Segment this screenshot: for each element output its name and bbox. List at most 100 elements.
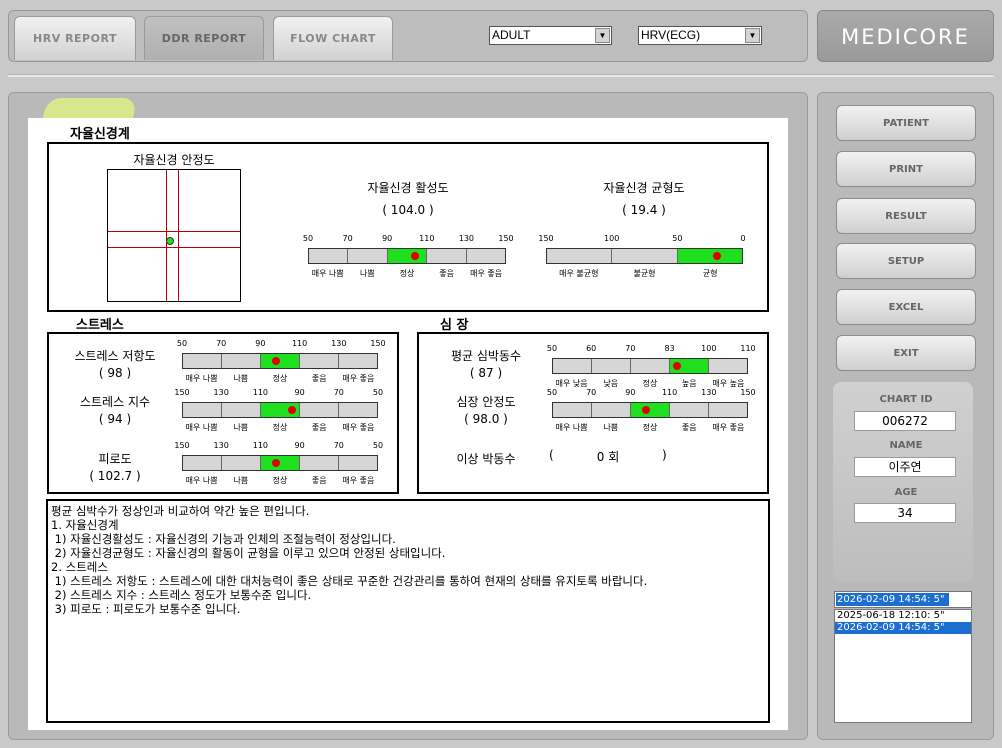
- gauge-segment: [612, 249, 678, 263]
- gauge-tick-label: 90: [625, 388, 636, 397]
- stability-point: [166, 237, 174, 245]
- gauge-categories: 매우 나쁨 나쁨 정상 좋음 매우 좋음: [552, 422, 748, 434]
- comment-line: 2) 스트레스 지수 : 스트레스 정도가 보통수준 입니다.: [51, 588, 312, 602]
- excel-button[interactable]: EXCEL: [836, 289, 976, 325]
- gauge-tick-label: 70: [625, 344, 636, 353]
- tab-hrv-report[interactable]: HRV REPORT: [14, 16, 136, 60]
- ans-section-title: 자율신경계: [70, 127, 130, 142]
- mode-select[interactable]: HRV(ECG) ▼: [638, 26, 762, 45]
- gauge-segment: [467, 249, 505, 263]
- gauge-tick-label: 90: [294, 441, 305, 450]
- exit-button[interactable]: EXIT: [836, 335, 976, 371]
- chevron-down-icon[interactable]: ▼: [595, 28, 610, 43]
- gauge-segment: [183, 403, 222, 417]
- gauge-tick-label: 130: [213, 388, 229, 397]
- arrhythmia-label: 이상 박동수: [456, 452, 516, 466]
- gauge-category-label: 좋음: [439, 269, 454, 278]
- chevron-down-icon[interactable]: ▼: [745, 28, 760, 43]
- gauge-category-label: 나쁨: [603, 423, 619, 432]
- gauge-tick-label: 50: [672, 234, 683, 243]
- gauge-category-label: 매우 나쁨: [185, 423, 218, 432]
- gauge-tick-label: 150: [538, 234, 554, 243]
- tab-ddr-report[interactable]: DDR REPORT: [144, 16, 264, 60]
- exam-date-selected: 2026-02-09 14:54: 5": [836, 593, 949, 606]
- ans-balance-label: 자율신경 균형도: [603, 181, 685, 195]
- gauge-tick-label: 90: [294, 388, 305, 397]
- gauge-segment: [222, 354, 261, 368]
- gauge-segment: [592, 403, 631, 417]
- gauge-category-label: 나쁨: [360, 269, 375, 278]
- gauge-segment: [339, 354, 377, 368]
- gauge-tick-label: 130: [458, 234, 475, 243]
- gauge-segment: [709, 359, 747, 373]
- gauge-category-label: 좋음: [311, 476, 327, 485]
- gauge-category-label: 불균형: [633, 269, 656, 278]
- plot-gridline: [166, 170, 167, 301]
- patient-button[interactable]: PATIENT: [836, 105, 976, 141]
- gauge-bar: [182, 402, 378, 418]
- heart-section-title: 심 장: [440, 318, 469, 333]
- gauge-tick-label: 70: [333, 441, 344, 450]
- gauge-segment: [300, 354, 339, 368]
- gauge-tick-label: 150: [174, 441, 190, 450]
- mode-select-value: HRV(ECG): [641, 28, 701, 42]
- gauge-tick-label: 100: [701, 344, 717, 353]
- arrhythmia-value: 0 회: [596, 450, 620, 464]
- gauge-tick-label: 0: [740, 234, 746, 243]
- gauge-segment: [183, 456, 222, 470]
- gauge-tick-label: 150: [174, 388, 190, 397]
- chart-id-field[interactable]: 006272: [854, 411, 956, 431]
- age-label: AGE: [894, 487, 918, 498]
- gauge-categories: 매우 나쁨 나쁨 정상 좋음 매우 좋음: [182, 422, 378, 434]
- list-item[interactable]: 2025-06-18 12:10: 5": [835, 610, 971, 622]
- gauge-segment: [348, 249, 388, 263]
- gauge-tick-label: 130: [701, 388, 717, 397]
- gauge-bar: [552, 358, 748, 374]
- gauge-segment: [300, 456, 339, 470]
- fatigue-value: ( 102.7 ): [89, 469, 141, 483]
- stress-index-value: ( 94 ): [98, 412, 132, 426]
- gauge-category-label: 매우 나쁨: [555, 423, 588, 432]
- gauge-tick-label: 150: [740, 388, 756, 397]
- comment-line: 1) 스트레스 저항도 : 스트레스에 대한 대처능력이 좋은 상태로 꾸준한 …: [51, 574, 648, 588]
- gauge-tick-label: 90: [255, 339, 266, 348]
- heart-stability-label: 심장 안정도: [456, 395, 516, 409]
- gauge-category-label: 균형: [702, 269, 718, 278]
- gauge-category-label: 나쁨: [233, 476, 249, 485]
- print-button[interactable]: PRINT: [836, 151, 976, 187]
- gauge-tick-label: 50: [546, 344, 558, 353]
- name-field[interactable]: 이주연: [854, 457, 956, 477]
- exam-date-list[interactable]: 2025-06-18 12:10: 5" 2026-02-09 14:54: 5…: [834, 609, 972, 723]
- gauge-segment: [222, 403, 261, 417]
- gauge-tick-label: 130: [213, 441, 229, 450]
- gauge-segment: [427, 249, 467, 263]
- gauge-tick-label: 50: [302, 234, 314, 243]
- gauge-tick-label: 90: [382, 234, 393, 243]
- age-field[interactable]: 34: [854, 503, 956, 523]
- gauge-category-label: 정상: [272, 374, 288, 383]
- gauge-category-label: 매우 나쁨: [311, 269, 344, 278]
- exam-date-combo[interactable]: 2026-02-09 14:54: 5": [834, 591, 972, 608]
- comment-line: 평균 심박수가 정상인과 비교하여 약간 높은 편입니다.: [51, 504, 310, 518]
- report-comments: 평균 심박수가 정상인과 비교하여 약간 높은 편입니다. 1. 자율신경계 1)…: [46, 499, 770, 723]
- plot-gridline: [108, 247, 240, 248]
- tab-flow-chart[interactable]: FLOW CHART: [273, 16, 393, 60]
- stress-resistance-value: ( 98 ): [98, 366, 132, 380]
- group-select[interactable]: ADULT ▼: [489, 26, 612, 45]
- ans-activity-label: 자율신경 활성도: [367, 181, 449, 195]
- ans-stability-label: 자율신경 안정도: [133, 153, 215, 167]
- gauge-category-label: 좋음: [681, 423, 697, 432]
- gauge-tick-label: 50: [372, 388, 384, 397]
- fatigue-label: 피로도: [98, 452, 132, 466]
- gauge-segment-active: [261, 456, 300, 470]
- gauge-category-label: 매우 좋음: [342, 476, 375, 485]
- gauge-segment: [553, 403, 592, 417]
- gauge-segment: [553, 359, 592, 373]
- result-button[interactable]: RESULT: [836, 198, 976, 234]
- gauge-tick-label: 150: [498, 234, 514, 243]
- gauge-categories: 매우 불균형 불균형 균형: [546, 268, 743, 280]
- list-item[interactable]: 2026-02-09 14:54: 5": [835, 622, 971, 634]
- gauge-bar: [308, 248, 506, 264]
- setup-button[interactable]: SETUP: [836, 243, 976, 279]
- avg-hr-value: ( 87 ): [469, 366, 503, 380]
